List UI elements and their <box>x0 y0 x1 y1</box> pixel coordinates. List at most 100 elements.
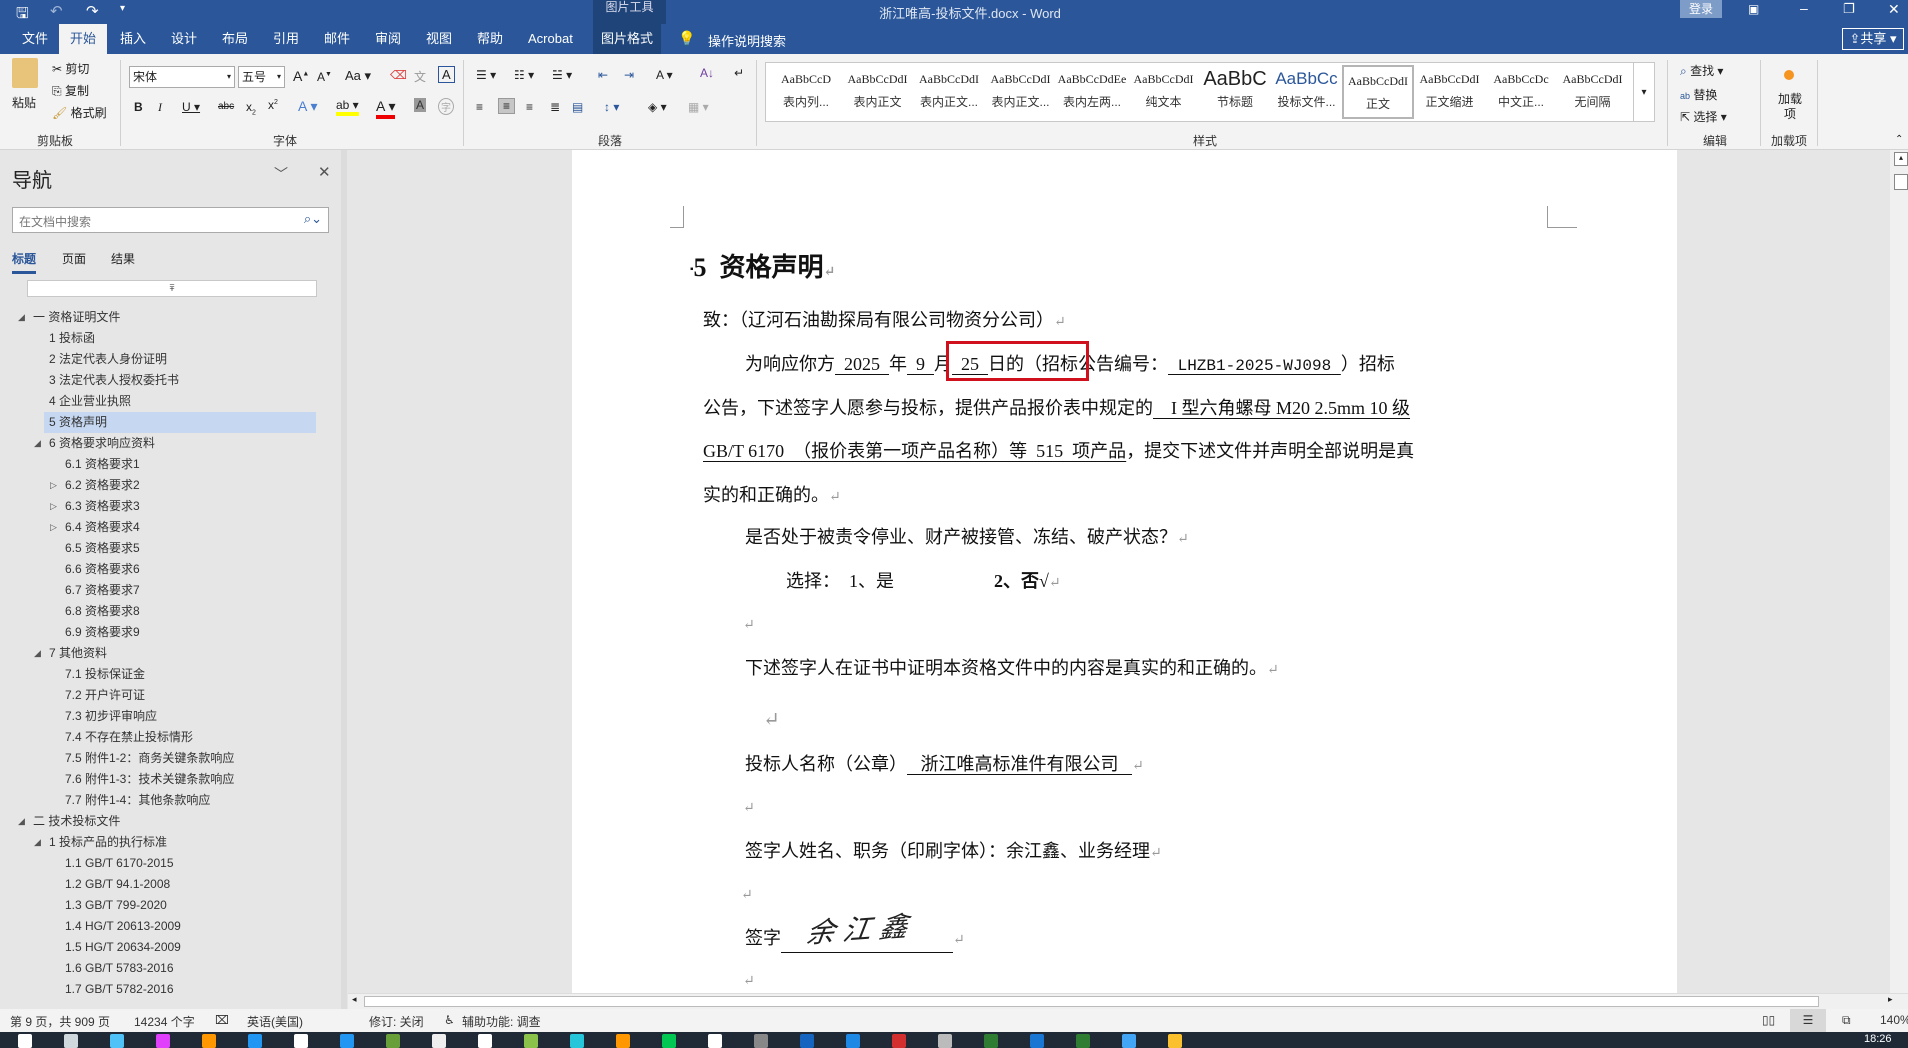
nav-heading-item[interactable]: 1.6 GB/T 5783-2016 <box>65 958 174 979</box>
enclose-characters-icon[interactable]: 字 <box>438 98 454 115</box>
share-button[interactable]: ⇪共享 ▾ <box>1842 28 1904 50</box>
multilevel-list-icon[interactable]: ☱ ▾ <box>552 68 572 82</box>
bullets-icon[interactable]: ☰ ▾ <box>476 68 496 82</box>
taskbar-app-icon[interactable] <box>846 1034 860 1048</box>
nav-heading-item[interactable]: 2 法定代表人身份证明 <box>49 349 167 370</box>
ribbon-display-icon[interactable]: ▣ <box>1748 2 1759 16</box>
taskbar-app-icon[interactable] <box>340 1034 354 1048</box>
close-icon[interactable]: ✕ <box>1888 1 1900 18</box>
scroll-thumb[interactable] <box>1894 174 1908 190</box>
scroll-left-icon[interactable]: ◂ <box>352 994 357 1005</box>
strikethrough-icon[interactable]: abc <box>218 101 234 112</box>
minimize-icon[interactable]: – <box>1800 0 1808 16</box>
tab-pages[interactable]: 页面 <box>62 250 86 267</box>
character-shading-icon[interactable]: A <box>414 98 427 112</box>
print-layout-icon[interactable]: ☰ <box>1790 1009 1826 1032</box>
font-name-select[interactable]: 宋体 ▾ <box>129 66 235 88</box>
year-field[interactable]: 2025 <box>835 354 889 374</box>
style-item[interactable]: AaBbCcD 表内列... <box>770 65 842 119</box>
bidder-name-field[interactable]: 浙江唯高标准件有限公司 <box>907 754 1132 774</box>
nav-heading-item[interactable]: 6.2 资格要求2 <box>65 475 140 496</box>
nav-heading-item[interactable]: 3 法定代表人授权委托书 <box>49 370 179 391</box>
find-button[interactable]: ⌕ 查找 ▾ <box>1680 62 1723 79</box>
align-left-icon[interactable]: ≡ <box>476 100 483 114</box>
nav-search-input[interactable]: 在文档中搜索 ⌕⌄ <box>12 207 329 233</box>
tab-6[interactable]: 邮件 <box>316 24 358 54</box>
tab-8[interactable]: 视图 <box>418 24 460 54</box>
taskbar-app-icon[interactable] <box>1122 1034 1136 1048</box>
nav-heading-item[interactable]: 6.7 资格要求7 <box>65 580 140 601</box>
style-item[interactable]: AaBbCcDdI 纯文本 <box>1128 65 1200 119</box>
nav-heading-item[interactable]: 1 投标函 <box>49 328 95 349</box>
grow-font-icon[interactable]: A▲ <box>293 68 309 84</box>
cut-button[interactable]: ✂ 剪切 <box>52 60 89 77</box>
nav-heading-item[interactable]: 6.1 资格要求1 <box>65 454 140 475</box>
expanded-triangle-icon[interactable]: ◢ <box>34 438 41 449</box>
italic-icon[interactable]: I <box>158 100 162 115</box>
text-effects-icon[interactable]: A ▾ <box>298 98 317 115</box>
style-item[interactable]: AaBbCcDc 中文正... <box>1485 65 1557 119</box>
taskbar-app-icon[interactable] <box>662 1034 676 1048</box>
tab-11[interactable]: 图片格式 <box>593 24 662 54</box>
nav-heading-item[interactable]: 1.3 GB/T 799-2020 <box>65 895 167 916</box>
font-color-icon[interactable]: A ▾ <box>376 98 396 119</box>
taskbar-app-icon[interactable] <box>754 1034 768 1048</box>
shading-icon[interactable]: ◈ ▾ <box>648 100 667 114</box>
underline-icon[interactable]: U ▾ <box>182 100 200 114</box>
taskbar-app-icon[interactable] <box>478 1034 492 1048</box>
taskbar-app-icon[interactable] <box>386 1034 400 1048</box>
login-button[interactable]: 登录 <box>1680 0 1722 18</box>
style-item[interactable]: AaBbCcDdI 无间隔 <box>1557 65 1629 119</box>
nav-heading-item[interactable]: 6.9 资格要求9 <box>65 622 140 643</box>
distributed-icon[interactable]: ▤ <box>572 100 583 114</box>
subscript-icon[interactable]: x2 <box>246 100 256 116</box>
select-button[interactable]: ⇱ 选择 ▾ <box>1680 108 1727 125</box>
scroll-right-icon[interactable]: ▸ <box>1888 994 1893 1005</box>
nav-heading-item[interactable]: 6.5 资格要求5 <box>65 538 140 559</box>
nav-heading-item[interactable]: 1.5 HG/T 20634-2009 <box>65 937 181 958</box>
tell-me-search[interactable]: 操作说明搜索 <box>708 31 786 50</box>
chevron-down-icon[interactable]: ﹀ <box>274 164 288 184</box>
taskbar-app-icon[interactable] <box>984 1034 998 1048</box>
character-border-icon[interactable]: A <box>438 66 455 83</box>
phonetic-guide-icon[interactable]: 文 <box>414 68 426 85</box>
word-count[interactable]: 14234 个字 <box>134 1013 195 1030</box>
borders-icon[interactable]: ▦ ▾ <box>688 100 709 114</box>
tab-1[interactable]: 开始 <box>59 24 107 54</box>
show-marks-icon[interactable]: ↵ <box>734 66 744 80</box>
nav-heading-item[interactable]: 7.2 开户许可证 <box>65 685 145 706</box>
tab-5[interactable]: 引用 <box>265 24 307 54</box>
horizontal-scrollbar[interactable]: ◂ ▸ <box>348 993 1908 1009</box>
nav-heading-item[interactable]: 7.6 附件1-3：技术关键条款响应 <box>65 769 234 790</box>
tab-2[interactable]: 插入 <box>112 24 154 54</box>
collapse-ribbon-icon[interactable]: ⌃ <box>1895 134 1903 145</box>
collapse-all-button[interactable]: ⩱ <box>27 280 317 297</box>
nav-heading-item[interactable]: 6.6 资格要求6 <box>65 559 140 580</box>
increase-indent-icon[interactable]: ⇥ <box>624 68 634 82</box>
nav-heading-item[interactable]: 1.2 GB/T 94.1-2008 <box>65 874 170 895</box>
undo-icon[interactable]: ↶ <box>50 2 63 20</box>
product-field[interactable]: I 型六角螺母 M20 2.5mm 10 级 <box>1153 398 1410 418</box>
taskbar-app-icon[interactable] <box>1076 1034 1090 1048</box>
paste-icon[interactable] <box>12 58 38 88</box>
scroll-up-icon[interactable]: ▴ <box>1894 152 1908 166</box>
taskbar-app-icon[interactable] <box>1030 1034 1044 1048</box>
nav-heading-item[interactable]: 一 资格证明文件 <box>33 307 120 328</box>
taskbar-app-icon[interactable] <box>892 1034 906 1048</box>
nav-heading-item[interactable]: 7.7 附件1-4：其他条款响应 <box>65 790 210 811</box>
customize-qat-icon[interactable]: ▾ <box>120 3 125 14</box>
superscript-icon[interactable]: x2 <box>268 98 278 112</box>
line-spacing-icon[interactable]: ↕ ▾ <box>604 100 619 114</box>
copy-button[interactable]: ⎘ 复制 <box>52 82 89 99</box>
taskbar-app-icon[interactable] <box>524 1034 538 1048</box>
accessibility-status[interactable]: 辅助功能: 调查 <box>462 1013 541 1030</box>
tab-headings[interactable]: 标题 <box>12 250 37 274</box>
align-right-icon[interactable]: ≡ <box>526 100 533 114</box>
proofing-icon[interactable]: ⌧ <box>215 1013 229 1027</box>
taskbar-app-icon[interactable] <box>800 1034 814 1048</box>
highlight-icon[interactable]: ab ▾ <box>336 98 359 116</box>
taskbar-app-icon[interactable] <box>938 1034 952 1048</box>
taskbar-app-icon[interactable] <box>432 1034 446 1048</box>
paste-button[interactable]: 粘贴 <box>12 94 36 111</box>
expanded-triangle-icon[interactable]: ◢ <box>34 648 41 659</box>
